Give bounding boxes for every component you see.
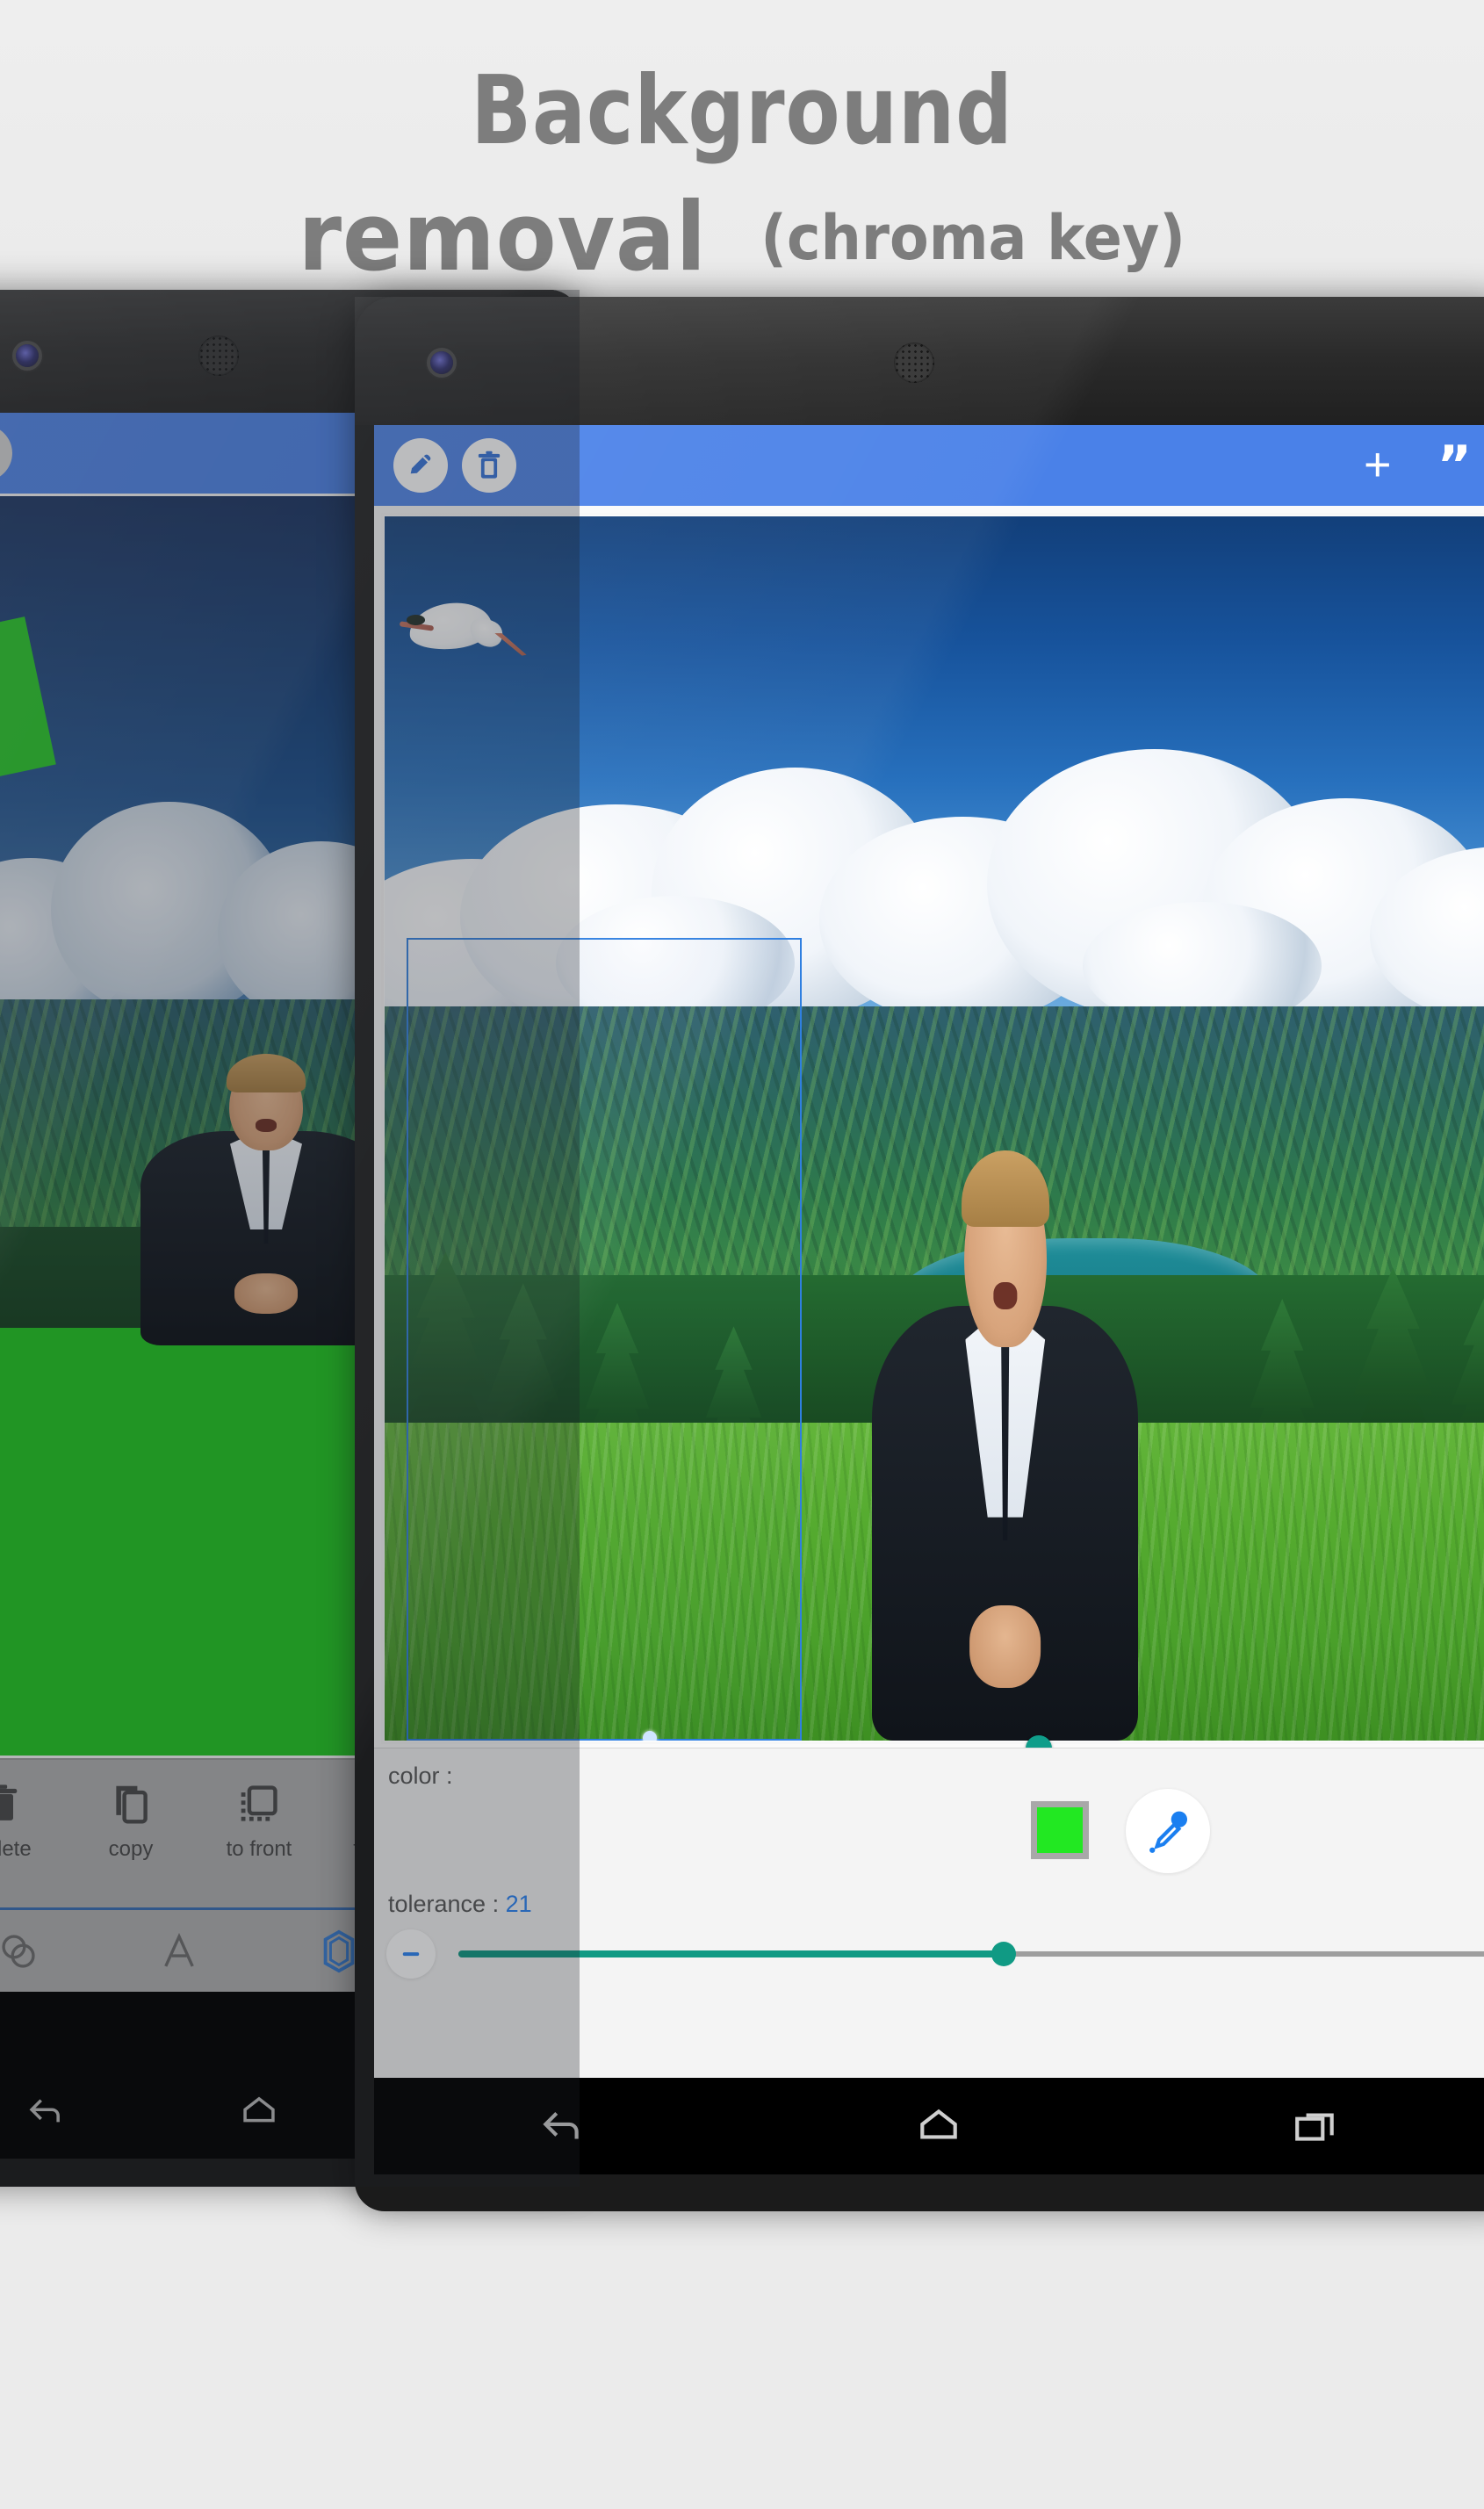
- front-camera-icon: [16, 344, 39, 367]
- color-label: color :: [388, 1763, 453, 1789]
- action-delete[interactable]: delete: [0, 1760, 67, 1862]
- nav-back-button[interactable]: [0, 2094, 152, 2129]
- nav-home-button[interactable]: [152, 2094, 365, 2129]
- bird-object[interactable]: [400, 597, 527, 660]
- tolerance-slider[interactable]: [458, 1942, 1484, 1966]
- page-title-line1: Background: [471, 56, 1013, 166]
- action-to-front[interactable]: to front: [195, 1760, 323, 1862]
- slider-thumb[interactable]: [991, 1942, 1017, 1966]
- selection-box[interactable]: [407, 937, 802, 1741]
- tolerance-label: tolerance : 21: [388, 1891, 532, 1918]
- tab-text[interactable]: [99, 1932, 260, 1971]
- trash-icon: [478, 451, 501, 479]
- action-label: copy: [108, 1837, 154, 1861]
- text-a-icon: [163, 1932, 194, 1967]
- tolerance-value: 21: [505, 1891, 532, 1917]
- page-title-line2: removal: [298, 183, 707, 292]
- action-copy[interactable]: copy: [67, 1760, 195, 1862]
- selection-dot[interactable]: [643, 1730, 658, 1741]
- action-label: to front: [226, 1837, 292, 1861]
- right-scene: [385, 516, 1484, 1741]
- back-arrow-icon: [543, 2111, 580, 2139]
- page-title-line2-wrap: removal (chroma key): [0, 183, 1484, 292]
- eyedropper-icon: [1149, 1811, 1188, 1853]
- nav-back-button[interactable]: [374, 2106, 751, 2146]
- tab-shapes[interactable]: [0, 1932, 99, 1971]
- earpiece-speaker-icon: [894, 342, 934, 383]
- right-canvas[interactable]: [381, 513, 1484, 1744]
- bring-to-front-icon: [241, 1785, 277, 1821]
- back-arrow-icon: [29, 2099, 60, 2123]
- front-camera-icon: [430, 351, 453, 374]
- recents-icon: [1294, 2113, 1334, 2141]
- right-phone-device: + ” color: tolerance: 21: [355, 297, 1484, 2211]
- copy-icon: [116, 1785, 148, 1824]
- tolerance-decrease-button[interactable]: [386, 1929, 436, 1979]
- quote-button[interactable]: ”: [1437, 439, 1472, 492]
- home-icon: [243, 2096, 275, 2123]
- presenter-figure[interactable]: [872, 1150, 1139, 1741]
- right-android-navbar: [374, 2078, 1484, 2174]
- trash-icon: [0, 1784, 18, 1820]
- delete-button[interactable]: [462, 438, 516, 493]
- earpiece-speaker-icon: [198, 335, 239, 376]
- nav-home-button[interactable]: [751, 2106, 1127, 2146]
- tolerance-label-text: tolerance :: [388, 1891, 500, 1917]
- edit-pencil-icon: [410, 454, 431, 474]
- color-swatch[interactable]: [1031, 1801, 1089, 1859]
- chroma-key-panel: color : tolerance : 21: [374, 1748, 1484, 2078]
- nav-recents-button[interactable]: [1127, 2106, 1484, 2146]
- page-title-subtitle: (chroma key): [760, 202, 1186, 274]
- delete-button[interactable]: [0, 425, 12, 481]
- minus-icon: [402, 1952, 420, 1957]
- shapes-overlap-icon: [2, 1934, 35, 1968]
- right-phone-top-bezel: [355, 297, 1484, 425]
- home-icon: [920, 2109, 957, 2139]
- add-button[interactable]: +: [1364, 441, 1392, 489]
- right-app-toolbar: + ”: [374, 425, 1484, 506]
- action-label: delete: [0, 1837, 32, 1861]
- right-phone-screen: + ” color: tolerance: 21: [374, 425, 1484, 2078]
- eyedropper-button[interactable]: [1126, 1789, 1210, 1873]
- slider-fill: [458, 1950, 1005, 1957]
- edit-button[interactable]: [393, 438, 448, 493]
